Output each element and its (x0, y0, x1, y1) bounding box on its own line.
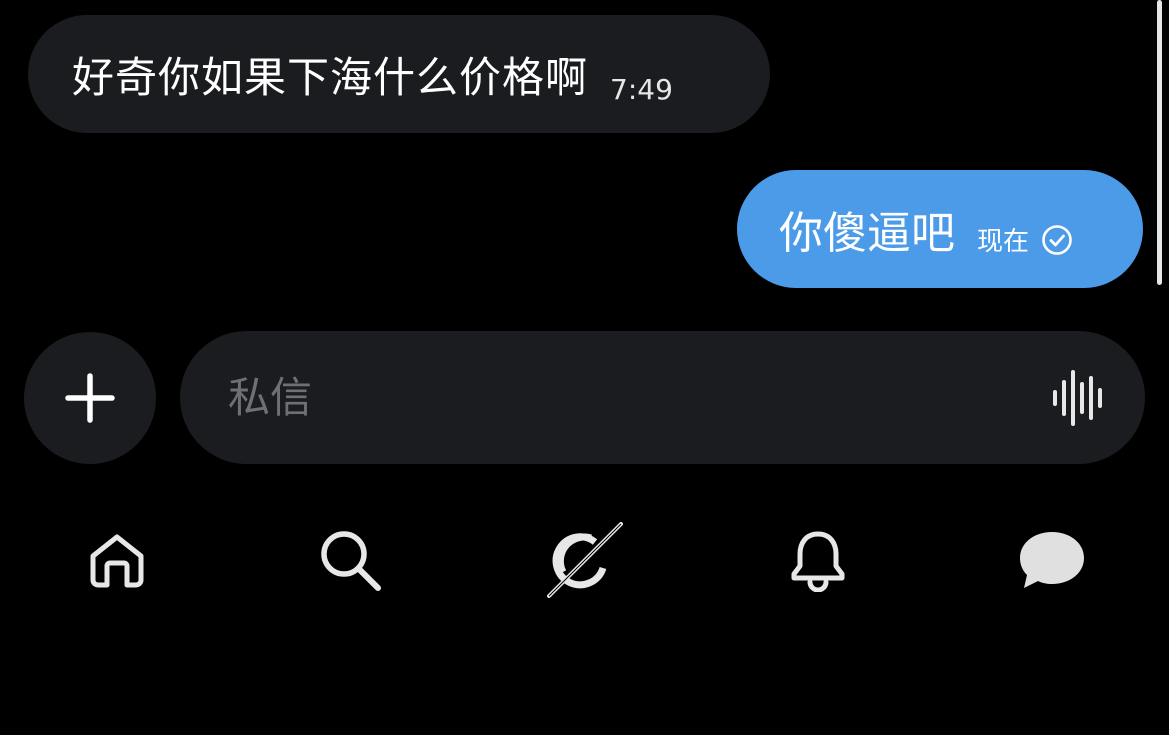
search-icon (321, 531, 381, 591)
nav-home[interactable] (77, 520, 157, 600)
home-icon (90, 534, 144, 588)
message-composer[interactable] (180, 331, 1145, 464)
bottom-navigation (0, 520, 1169, 610)
scrollbar[interactable] (1157, 0, 1162, 285)
dm-conversation-screen: 好奇你如果下海什么价格啊 7:49 你傻逼吧 现在 (0, 0, 1169, 735)
nav-search[interactable] (310, 520, 390, 600)
voice-waveform-icon[interactable] (1049, 368, 1109, 428)
add-attachment-button[interactable] (24, 332, 156, 464)
nav-grok[interactable] (543, 520, 623, 600)
incoming-message-bubble[interactable]: 好奇你如果下海什么价格啊 7:49 (28, 15, 770, 133)
outgoing-message-bubble[interactable]: 你傻逼吧 现在 (737, 170, 1143, 288)
outgoing-message-text: 你傻逼吧 (779, 208, 955, 259)
grok-icon (547, 522, 623, 598)
plus-icon (65, 373, 115, 423)
outgoing-message-time: 现在 (977, 226, 1030, 257)
incoming-message-time: 7:49 (610, 72, 673, 106)
nav-messages[interactable] (1012, 520, 1092, 600)
check-circle-icon (1042, 225, 1072, 255)
messages-icon (1020, 532, 1084, 588)
bell-icon (791, 531, 845, 592)
incoming-message-text: 好奇你如果下海什么价格啊 (72, 52, 589, 102)
nav-notifications[interactable] (778, 520, 858, 600)
message-input[interactable] (228, 373, 1049, 422)
